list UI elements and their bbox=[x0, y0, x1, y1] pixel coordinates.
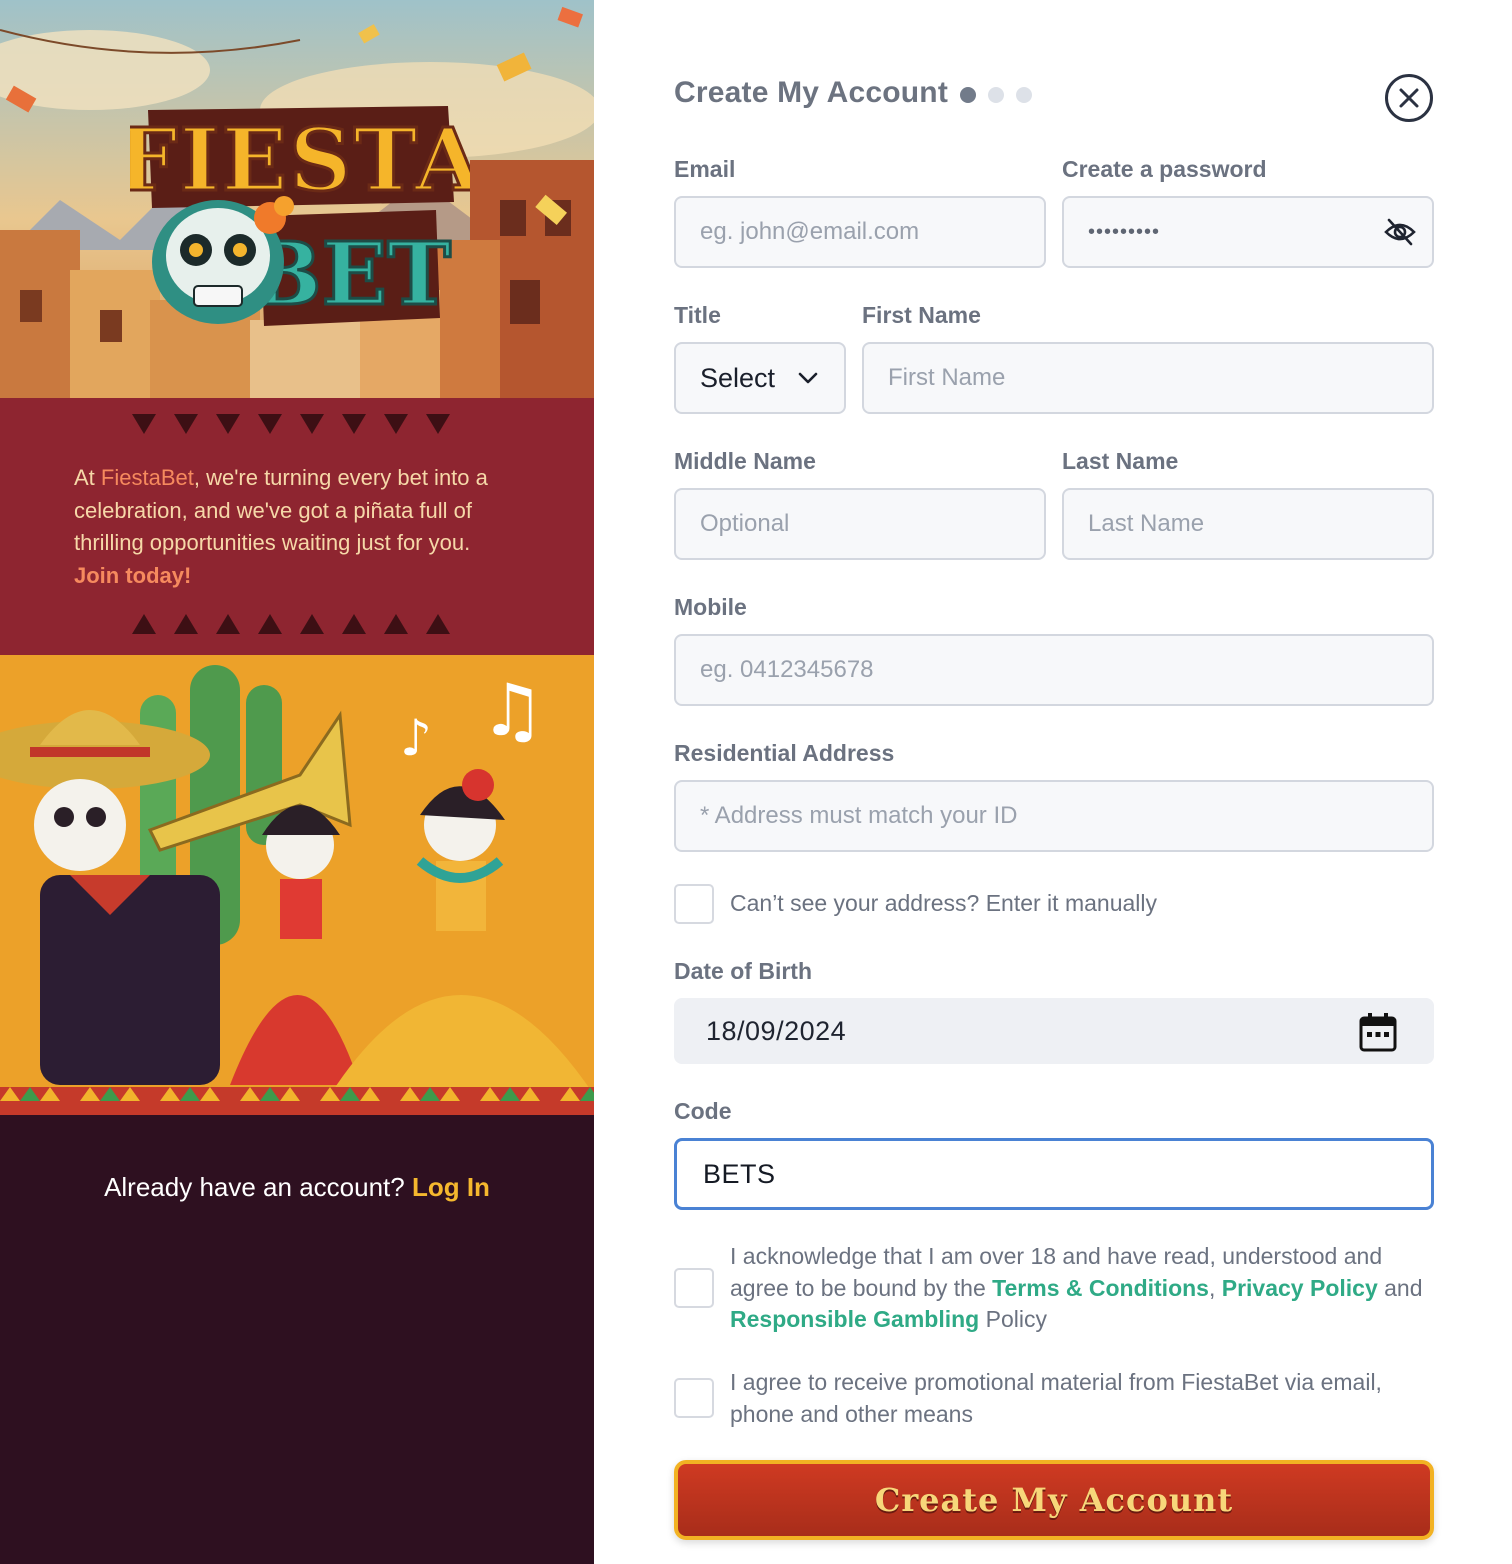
password-field[interactable]: ••••••••• bbox=[1062, 196, 1434, 268]
terms-label: I acknowledge that I am over 18 and have… bbox=[730, 1243, 1423, 1332]
close-button[interactable] bbox=[1385, 74, 1433, 122]
middle-name-label: Middle Name bbox=[674, 448, 816, 474]
privacy-policy-link[interactable]: Privacy Policy bbox=[1222, 1275, 1378, 1301]
address-field-wrapper bbox=[674, 780, 1434, 852]
svg-text:FIESTA: FIESTA bbox=[130, 110, 470, 211]
last-name-field[interactable] bbox=[1088, 490, 1432, 558]
code-field[interactable]: BETS bbox=[674, 1138, 1434, 1210]
toggle-password-visibility-button[interactable] bbox=[1382, 214, 1418, 250]
tagline-text: At FiestaBet, we're turning every bet in… bbox=[74, 465, 488, 588]
middle-name-field[interactable] bbox=[700, 490, 1044, 558]
dob-field[interactable]: 18/09/2024 bbox=[674, 998, 1434, 1064]
mobile-field-wrapper bbox=[674, 634, 1434, 706]
dob-value: 18/09/2024 bbox=[706, 1015, 847, 1046]
middle-name-field-wrapper bbox=[674, 488, 1046, 560]
email-label: Email bbox=[674, 156, 736, 182]
responsible-gambling-link[interactable]: Responsible Gambling bbox=[730, 1306, 979, 1332]
eye-off-icon bbox=[1384, 218, 1416, 246]
login-prompt: Already have an account? Log In bbox=[0, 1172, 594, 1203]
dob-label: Date of Birth bbox=[674, 958, 812, 984]
email-field-wrapper bbox=[674, 196, 1046, 268]
last-name-field-wrapper bbox=[1062, 488, 1434, 560]
create-account-button[interactable]: Create My Account bbox=[674, 1460, 1434, 1540]
create-account-button-label: Create My Account bbox=[874, 1481, 1234, 1519]
step-dot-1 bbox=[960, 87, 976, 103]
code-value: BETS bbox=[703, 1158, 776, 1189]
form-title: Create My Account bbox=[674, 76, 949, 109]
first-name-field-wrapper bbox=[862, 342, 1434, 414]
svg-text:♫: ♫ bbox=[480, 668, 545, 752]
step-dot-2 bbox=[988, 87, 1004, 103]
hero-illustration-bottom: ♫ ♪ bbox=[0, 655, 594, 1115]
last-name-label: Last Name bbox=[1062, 448, 1179, 474]
address-label: Residential Address bbox=[674, 740, 895, 766]
join-today-link[interactable]: Join today! bbox=[74, 563, 191, 588]
title-select[interactable]: Select bbox=[674, 342, 846, 414]
terms-conditions-link[interactable]: Terms & Conditions bbox=[992, 1275, 1209, 1301]
signup-form: Create My Account Email Create a passwor… bbox=[594, 0, 1512, 1564]
step-dot-3 bbox=[1016, 87, 1032, 103]
title-select-value: Select bbox=[700, 362, 776, 393]
promo-checkbox[interactable] bbox=[674, 1378, 714, 1418]
password-label: Create a password bbox=[1062, 156, 1267, 182]
decorative-triangles-bottom bbox=[132, 614, 450, 634]
password-value: ••••••••• bbox=[1088, 220, 1161, 243]
login-prompt-text: Already have an account? bbox=[104, 1172, 405, 1202]
mobile-label: Mobile bbox=[674, 594, 747, 620]
manual-address-checkbox[interactable] bbox=[674, 884, 714, 924]
calendar-icon bbox=[1359, 1013, 1397, 1052]
address-field[interactable] bbox=[700, 782, 1432, 850]
calendar-button[interactable] bbox=[1358, 1012, 1398, 1052]
svg-text:♪: ♪ bbox=[400, 709, 432, 767]
tagline-brand: FiestaBet bbox=[100, 465, 194, 490]
terms-checkbox[interactable] bbox=[674, 1268, 714, 1308]
email-field[interactable] bbox=[700, 198, 1044, 266]
manual-address-label: Can’t see your address? Enter it manuall… bbox=[730, 890, 1157, 916]
code-label: Code bbox=[674, 1098, 732, 1124]
step-indicator bbox=[960, 87, 1032, 103]
promo-label: I agree to receive promotional material … bbox=[730, 1369, 1382, 1427]
first-name-field[interactable] bbox=[888, 344, 1432, 412]
login-link[interactable]: Log In bbox=[412, 1172, 490, 1202]
fiestabet-logo: FIESTA BET bbox=[115, 90, 483, 340]
mobile-field[interactable] bbox=[700, 636, 1432, 704]
promo-panel: FIESTA BET At FiestaBet, we're turning e… bbox=[0, 0, 594, 1564]
first-name-label: First Name bbox=[862, 302, 981, 328]
close-icon bbox=[1399, 88, 1419, 108]
decorative-triangles-top bbox=[132, 414, 450, 434]
chevron-down-icon bbox=[798, 372, 818, 384]
title-label: Title bbox=[674, 302, 721, 328]
